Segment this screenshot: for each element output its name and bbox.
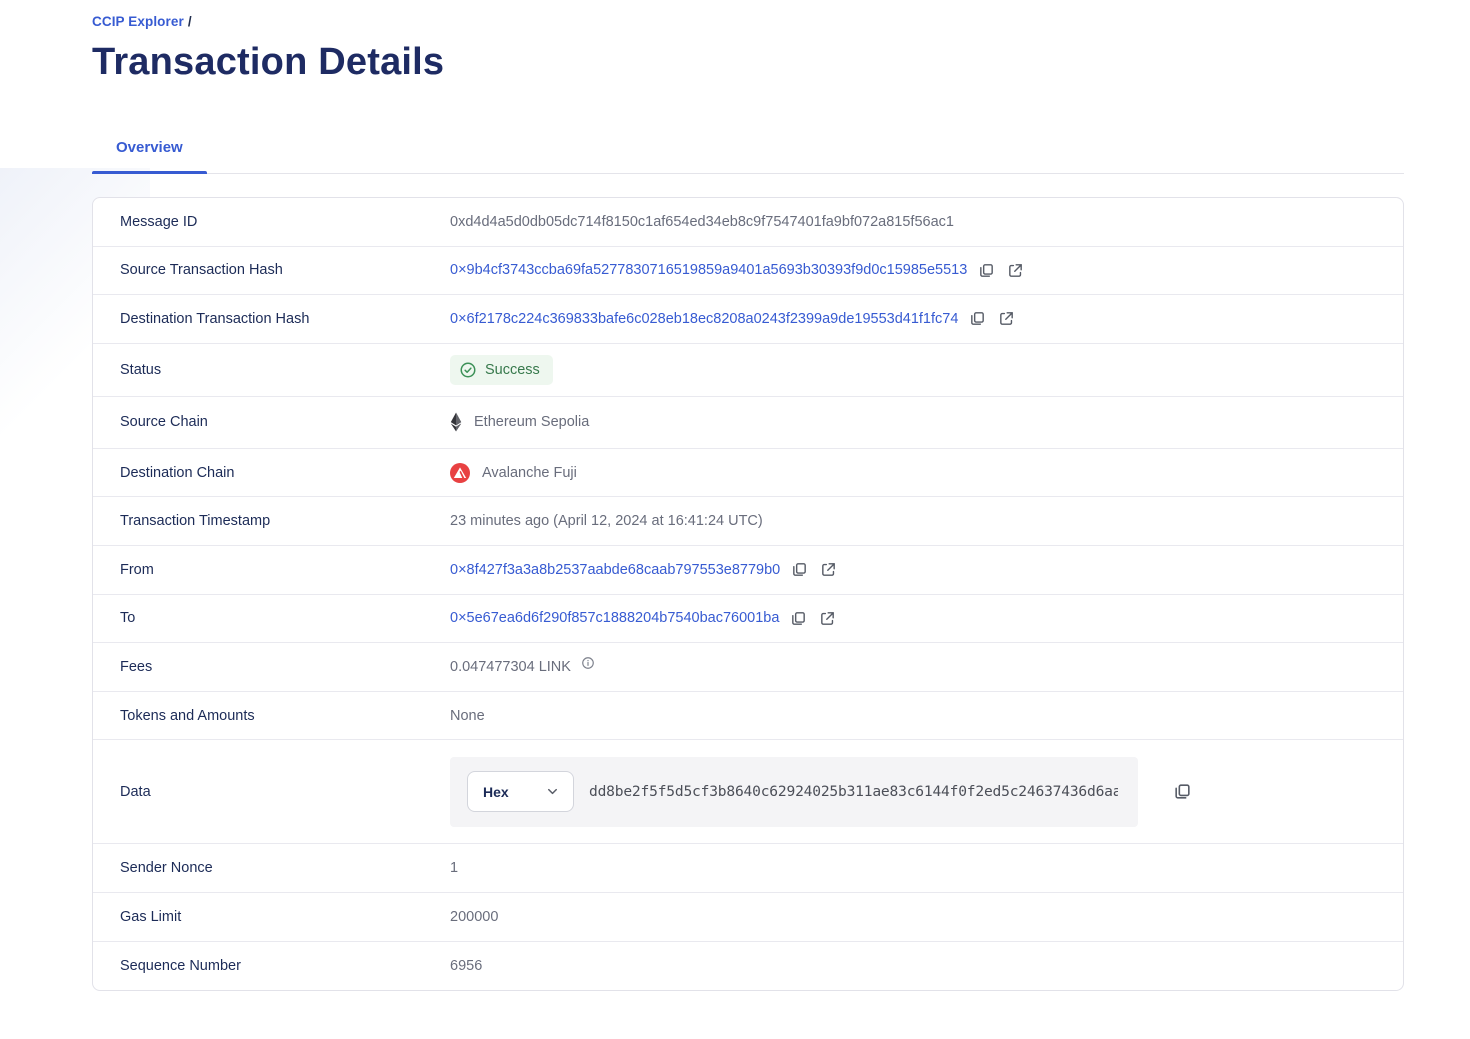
tab-overview[interactable]: Overview [92,131,207,173]
copy-icon[interactable] [976,260,996,280]
copy-icon[interactable] [1172,782,1192,802]
dest-tx-hash-link[interactable]: 0×6f2178c224c369833bafe6c028eb18ec8208a0… [450,311,958,327]
source-chain-value: Ethereum Sepolia [450,412,589,432]
row-label: Transaction Timestamp [93,513,450,529]
transaction-details-page: CCIP Explorer / Transaction Details Overv… [0,0,1470,991]
row-label: Fees [93,659,450,675]
status-badge: Success [450,355,553,385]
table-row-sender-nonce: Sender Nonce 1 [93,844,1403,893]
avalanche-icon [450,463,470,483]
row-label: Data [93,784,450,800]
row-label: Destination Chain [93,465,450,481]
to-address-link[interactable]: 0×5e67ea6d6f290f857c1888204b7540bac76001… [450,610,779,626]
data-hex-panel: Hex dd8be2f5f5d5cf3b8640c62924025b311ae8… [450,757,1138,827]
row-label: To [93,610,450,626]
from-address-link[interactable]: 0×8f427f3a3a8b2537aabde68caab797553e8779… [450,562,780,578]
breadcrumb-separator: / [188,14,192,29]
fees-value: 0.047477304 LINK [450,659,571,675]
row-label: Status [93,362,450,378]
data-hex-value: dd8be2f5f5d5cf3b8640c62924025b311ae83c61… [589,783,1118,800]
source-tx-hash-link[interactable]: 0×9b4cf3743ccba69fa5277830716519859a9401… [450,262,967,278]
external-link-icon[interactable] [1005,260,1025,280]
row-label: Source Chain [93,414,450,430]
table-row-source-tx-hash: Source Transaction Hash 0×9b4cf3743ccba6… [93,247,1403,296]
table-row-timestamp: Transaction Timestamp 23 minutes ago (Ap… [93,497,1403,546]
sender-nonce-value: 1 [450,860,458,876]
chevron-down-icon [545,784,560,799]
tab-bar: Overview [92,131,1404,174]
copy-icon[interactable] [789,560,809,580]
table-row-dest-tx-hash: Destination Transaction Hash 0×6f2178c22… [93,295,1403,344]
row-label: Tokens and Amounts [93,708,450,724]
transaction-details-card: Message ID 0xd4d4a5d0db05dc714f8150c1af6… [92,197,1404,991]
breadcrumb-link-ccip-explorer[interactable]: CCIP Explorer [92,14,184,29]
data-format-selected: Hex [483,784,509,800]
info-icon[interactable] [581,656,595,670]
source-chain-name: Ethereum Sepolia [474,414,589,430]
data-format-select[interactable]: Hex [467,771,574,812]
external-link-icon[interactable] [996,309,1016,329]
row-label: From [93,562,450,578]
page-title: Transaction Details [92,41,1404,84]
row-label: Message ID [93,214,450,230]
status-badge-label: Success [485,362,540,378]
row-label: Sender Nonce [93,860,450,876]
timestamp-value: 23 minutes ago (April 12, 2024 at 16:41:… [450,513,763,529]
ethereum-icon [450,412,462,432]
external-link-icon[interactable] [818,560,838,580]
table-row-message-id: Message ID 0xd4d4a5d0db05dc714f8150c1af6… [93,198,1403,247]
table-row-sequence-number: Sequence Number 6956 [93,942,1403,991]
tokens-value: None [450,708,485,724]
copy-icon[interactable] [967,309,987,329]
table-row-tokens: Tokens and Amounts None [93,692,1403,741]
table-row-data: Data Hex dd8be2f5f5d5cf3b8640c62924025b3… [93,740,1403,844]
table-row-status: Status Success [93,344,1403,397]
table-row-gas-limit: Gas Limit 200000 [93,893,1403,942]
sequence-number-value: 6956 [450,958,482,974]
copy-icon[interactable] [788,608,808,628]
gas-limit-value: 200000 [450,909,498,925]
table-row-source-chain: Source Chain Ethereum Sepolia [93,397,1403,449]
table-row-from: From 0×8f427f3a3a8b2537aabde68caab797553… [93,546,1403,595]
table-row-to: To 0×5e67ea6d6f290f857c1888204b7540bac76… [93,595,1403,644]
row-label: Source Transaction Hash [93,262,450,278]
external-link-icon[interactable] [817,608,837,628]
row-label: Gas Limit [93,909,450,925]
row-label: Destination Transaction Hash [93,311,450,327]
dest-chain-value: Avalanche Fuji [450,463,577,483]
table-row-fees: Fees 0.047477304 LINK [93,643,1403,692]
message-id-value: 0xd4d4a5d0db05dc714f8150c1af654ed34eb8c9… [450,214,954,230]
check-circle-icon [459,361,477,379]
table-row-dest-chain: Destination Chain Avalanche Fuji [93,449,1403,498]
row-label: Sequence Number [93,958,450,974]
breadcrumb: CCIP Explorer / [92,14,1404,29]
dest-chain-name: Avalanche Fuji [482,465,577,481]
